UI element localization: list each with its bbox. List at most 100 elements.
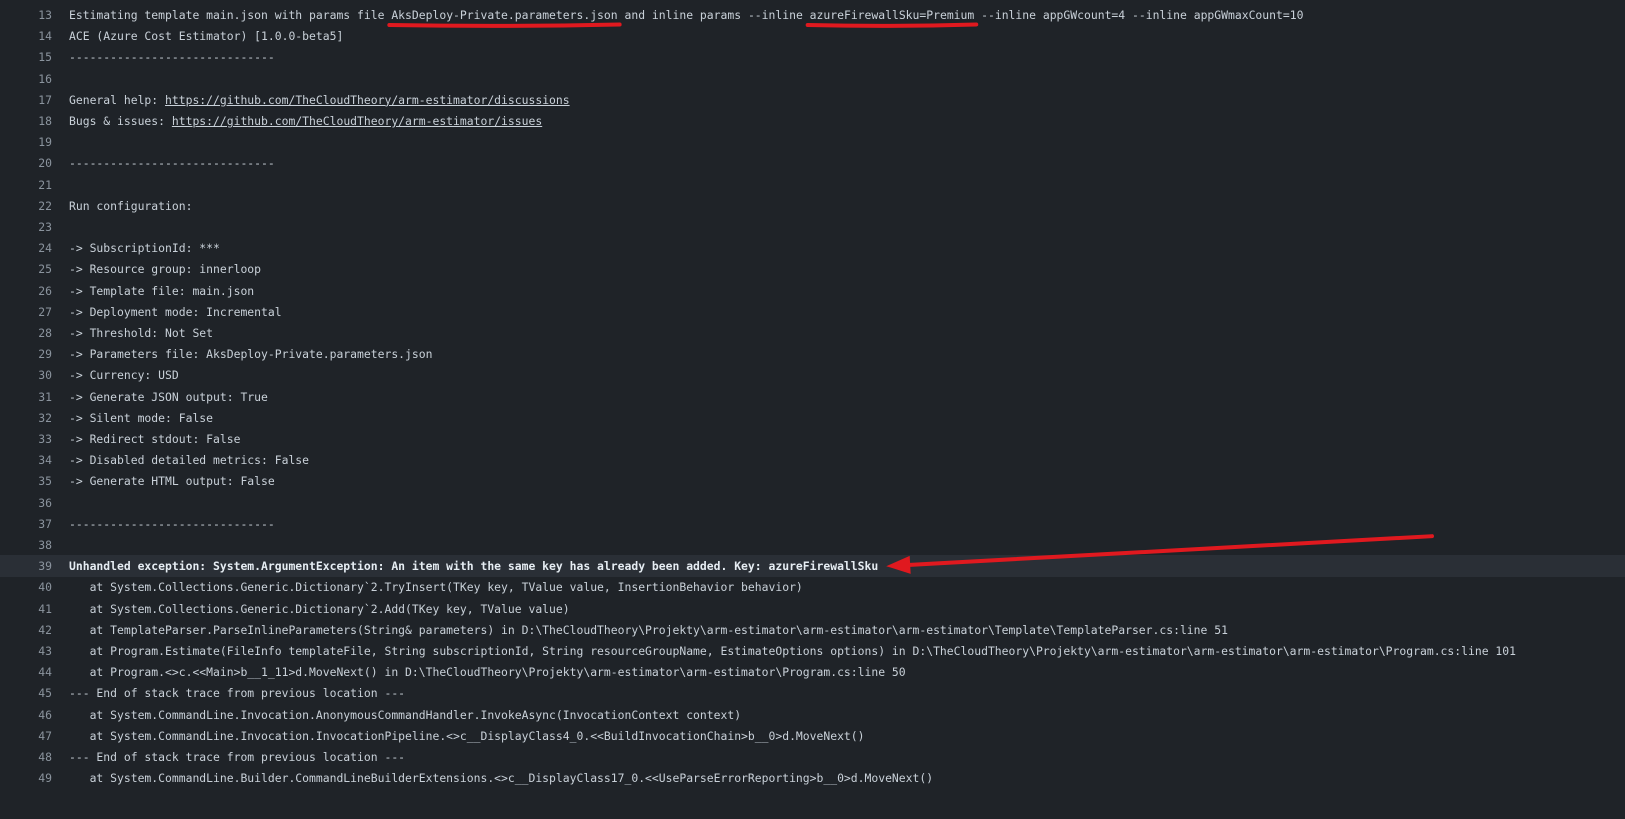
log-line-text: Bugs & issues: https://github.com/TheClo… xyxy=(69,110,542,132)
log-line: 26 -> Template file: main.json xyxy=(0,280,1625,302)
log-line: 14 ACE (Azure Cost Estimator) [1.0.0-beta… xyxy=(0,25,1625,47)
log-segment: -> Parameters file: AksDeploy-Private.pa… xyxy=(69,347,433,362)
log-segment: Bugs & issues: xyxy=(69,114,172,128)
log-segment: -> Threshold: Not Set xyxy=(69,326,214,340)
line-number[interactable]: 16 xyxy=(0,68,52,90)
log-segment: at System.CommandLine.Invocation.Anonymo… xyxy=(69,707,742,722)
log-line-text: at System.Collections.Generic.Dictionary… xyxy=(69,576,803,598)
line-number[interactable]: 26 xyxy=(0,280,52,302)
line-number[interactable]: 24 xyxy=(0,237,52,259)
line-number[interactable]: 25 xyxy=(0,258,52,280)
marked-segment: azureFirewallSku=Premium xyxy=(809,8,975,22)
log-line-text: ------------------------------ xyxy=(69,46,275,68)
log-line: 49 at System.CommandLine.Builder.Command… xyxy=(0,767,1625,789)
line-number[interactable]: 20 xyxy=(0,152,52,174)
log-line-text: at System.CommandLine.Invocation.Anonymo… xyxy=(69,704,742,726)
log-line: 35 -> Generate HTML output: False xyxy=(0,470,1625,492)
log-line: 44 at Program.<>c.<<Main>b__1_11>d.MoveN… xyxy=(0,661,1625,683)
log-segment: --- End of stack trace from previous loc… xyxy=(69,750,406,764)
line-number[interactable]: 23 xyxy=(0,216,52,238)
log-segment: -> Resource group: innerloop xyxy=(69,262,262,277)
log-segment: -> Silent mode: False xyxy=(69,410,214,425)
log-link[interactable]: https://github.com/TheCloudTheory/arm-es… xyxy=(172,114,542,128)
line-number[interactable]: 47 xyxy=(0,725,52,747)
line-number[interactable]: 17 xyxy=(0,89,52,111)
line-number[interactable]: 39 xyxy=(0,555,52,577)
log-segment: -> Deployment mode: Incremental xyxy=(69,304,282,319)
log-segment: -> Disabled detailed metrics: False xyxy=(69,453,310,468)
line-number[interactable]: 46 xyxy=(0,704,52,726)
log-line: 45 --- End of stack trace from previous l… xyxy=(0,682,1625,704)
line-number[interactable]: 30 xyxy=(0,364,52,386)
line-number[interactable]: 38 xyxy=(0,534,52,556)
log-segment: and inline params --inline xyxy=(617,8,810,22)
line-number[interactable]: 34 xyxy=(0,449,52,471)
log-line: 34 -> Disabled detailed metrics: False xyxy=(0,449,1625,471)
line-number[interactable]: 42 xyxy=(0,619,52,641)
line-number[interactable]: 21 xyxy=(0,174,52,196)
log-line: 13 Estimating template main.json with par… xyxy=(0,4,1625,26)
log-line: 40 at System.Collections.Generic.Diction… xyxy=(0,576,1625,598)
log-segment: -> Redirect stdout: False xyxy=(69,432,241,446)
log-line-text: --- End of stack trace from previous loc… xyxy=(69,746,405,768)
log-segment: Estimating template main.json with param… xyxy=(69,8,392,22)
log-line: 15 ------------------------------ xyxy=(0,46,1625,68)
log-line: 43 at Program.Estimate(FileInfo template… xyxy=(0,640,1625,662)
log-line: 28 -> Threshold: Not Set xyxy=(0,322,1625,344)
log-segment: -> Template file: main.json xyxy=(69,283,255,298)
line-number[interactable]: 37 xyxy=(0,513,52,535)
log-line: 41 at System.Collections.Generic.Diction… xyxy=(0,598,1625,620)
log-line: 22 Run configuration: xyxy=(0,195,1625,217)
log-segment: ------------------------------ xyxy=(69,50,275,65)
line-number[interactable]: 33 xyxy=(0,428,52,450)
log-line-text: -> Silent mode: False xyxy=(69,407,213,429)
log-segment: at Program.Estimate(FileInfo templateFil… xyxy=(69,644,1516,658)
log-segment: -> Generate HTML output: False xyxy=(69,474,275,489)
log-line: 24 -> SubscriptionId: *** xyxy=(0,237,1625,259)
line-number[interactable]: 28 xyxy=(0,322,52,344)
line-number[interactable]: 15 xyxy=(0,46,52,68)
log-segment: --inline appGWcount=4 --inline appGWmaxC… xyxy=(974,8,1304,22)
line-number[interactable]: 36 xyxy=(0,492,52,514)
line-number[interactable]: 35 xyxy=(0,470,52,492)
line-number[interactable]: 22 xyxy=(0,195,52,217)
log-segment: at System.Collections.Generic.Dictionary… xyxy=(69,580,803,595)
log-line: 18 Bugs & issues: https://github.com/TheC… xyxy=(0,110,1625,132)
line-number[interactable]: 14 xyxy=(0,25,52,47)
log-line: 31 -> Generate JSON output: True xyxy=(0,386,1625,408)
log-line: 33 -> Redirect stdout: False xyxy=(0,428,1625,450)
line-number[interactable]: 29 xyxy=(0,343,52,365)
line-number[interactable]: 41 xyxy=(0,598,52,620)
marked-segment: Unhandled exception: System.ArgumentExce… xyxy=(69,559,879,574)
log-line: 42 at TemplateParser.ParseInlineParamete… xyxy=(0,619,1625,641)
line-number[interactable]: 19 xyxy=(0,131,52,153)
log-segment: ------------------------------ xyxy=(69,516,275,531)
log-line: 30 -> Currency: USD xyxy=(0,364,1625,386)
log-line: 39 Unhandled exception: System.ArgumentEx… xyxy=(0,555,1625,578)
log-line-text: at Program.<>c.<<Main>b__1_11>d.MoveNext… xyxy=(69,661,906,683)
log-line-text: -> Currency: USD xyxy=(69,364,179,386)
log-segment: at System.CommandLine.Invocation.Invocat… xyxy=(69,728,865,743)
log-segment: at System.Collections.Generic.Dictionary… xyxy=(69,601,570,616)
line-number[interactable]: 27 xyxy=(0,301,52,323)
line-number[interactable]: 31 xyxy=(0,386,52,408)
log-line: 23 xyxy=(0,216,1625,238)
line-number[interactable]: 44 xyxy=(0,661,52,683)
log-link[interactable]: https://github.com/TheCloudTheory/arm-es… xyxy=(165,93,570,107)
log-line: 20 ------------------------------ xyxy=(0,152,1625,174)
log-line: 47 at System.CommandLine.Invocation.Invo… xyxy=(0,725,1625,747)
line-number[interactable]: 48 xyxy=(0,746,52,768)
line-number[interactable]: 32 xyxy=(0,407,52,429)
line-number[interactable]: 40 xyxy=(0,576,52,598)
log-line-text: General help: https://github.com/TheClou… xyxy=(69,89,570,111)
line-number[interactable]: 43 xyxy=(0,640,52,662)
line-number[interactable]: 18 xyxy=(0,110,52,132)
line-number[interactable]: 45 xyxy=(0,682,52,704)
line-number[interactable]: 13 xyxy=(0,4,52,26)
log-line-text: -> Redirect stdout: False xyxy=(69,428,240,450)
log-segment: ACE (Azure Cost Estimator) [1.0.0-beta5] xyxy=(69,29,344,44)
marked-segment: AksDeploy-Private.parameters.json xyxy=(391,8,618,22)
log-line: 19 xyxy=(0,131,1625,153)
line-number[interactable]: 49 xyxy=(0,767,52,789)
log-line: 36 xyxy=(0,492,1625,514)
